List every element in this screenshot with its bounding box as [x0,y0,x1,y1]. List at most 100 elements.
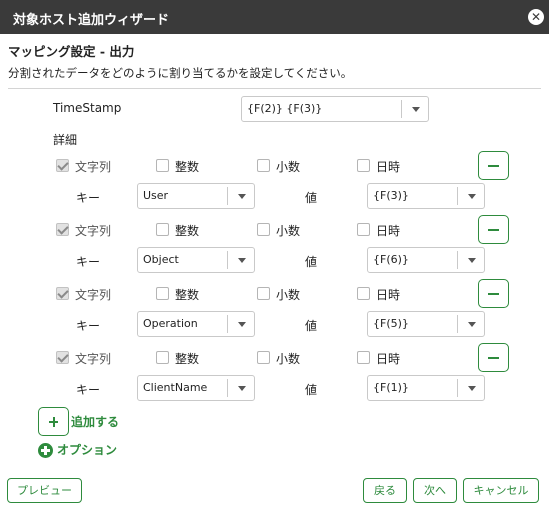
plus-icon-vertical [53,417,55,427]
datetime-type-checkbox[interactable] [357,223,370,236]
value-label: 値 [305,191,318,205]
datetime-type-checkbox[interactable] [357,159,370,172]
integer-type-label: 整数 [175,224,200,238]
section-title: マッピング設定 - 出力 [8,44,135,59]
string-type-label: 文字列 [75,288,112,302]
chevron-down-icon [238,322,246,327]
value-select-value: {F(5)} [373,317,409,330]
string-type-checkbox[interactable] [56,351,69,364]
next-button[interactable]: 次へ [413,478,457,503]
select-separator [457,379,458,397]
datetime-type-checkbox[interactable] [357,351,370,364]
window-title: 対象ホスト追加ウィザード [13,13,170,28]
key-select[interactable]: Object [137,247,255,273]
string-type-label: 文字列 [75,224,112,238]
string-type-label: 文字列 [75,160,112,174]
chevron-down-icon [468,322,476,327]
key-label: キー [76,383,101,397]
minus-icon [488,165,499,167]
value-label: 値 [305,383,318,397]
select-separator [227,251,228,269]
string-type-checkbox[interactable] [56,223,69,236]
key-select-value: Operation [143,317,198,330]
minus-icon [488,357,499,359]
key-select-value: ClientName [143,381,208,394]
select-separator [457,315,458,333]
value-select[interactable]: {F(5)} [367,311,485,337]
integer-type-label: 整数 [175,160,200,174]
integer-type-checkbox[interactable] [156,351,169,364]
chevron-down-icon [468,258,476,263]
remove-mapping-button[interactable] [478,279,509,308]
cancel-button[interactable]: キャンセル [463,478,539,503]
select-separator [457,187,458,205]
key-label: キー [76,191,101,205]
chevron-down-icon [238,194,246,199]
decimal-type-checkbox[interactable] [257,351,270,364]
section-description: 分割されたデータをどのように割り当てるかを設定してください。 [8,66,353,80]
value-select[interactable]: {F(3)} [367,183,485,209]
decimal-type-checkbox[interactable] [257,287,270,300]
integer-type-checkbox[interactable] [156,287,169,300]
integer-type-checkbox[interactable] [156,223,169,236]
integer-type-label: 整数 [175,352,200,366]
minus-icon [488,229,499,231]
decimal-type-label: 小数 [276,352,301,366]
decimal-type-label: 小数 [276,160,301,174]
chevron-down-icon [412,107,420,112]
value-select-value: {F(6)} [373,253,409,266]
chevron-down-icon [238,258,246,263]
timestamp-select[interactable]: {F(2)} {F(3)} [241,96,429,122]
string-type-checkbox[interactable] [56,287,69,300]
add-mapping-label[interactable]: 追加する [71,413,119,430]
title-bar: 対象ホスト追加ウィザード ✕ [0,0,549,34]
divider [8,88,541,89]
details-label: 詳細 [53,133,78,147]
datetime-type-label: 日時 [376,160,401,174]
chevron-down-icon [468,194,476,199]
datetime-type-label: 日時 [376,224,401,238]
integer-type-checkbox[interactable] [156,159,169,172]
select-separator [227,379,228,397]
datetime-type-label: 日時 [376,288,401,302]
value-select[interactable]: {F(1)} [367,375,485,401]
close-icon[interactable]: ✕ [528,9,544,25]
key-select[interactable]: Operation [137,311,255,337]
minus-icon [488,293,499,295]
value-select-value: {F(3)} [373,189,409,202]
key-select-value: Object [143,253,179,266]
datetime-type-checkbox[interactable] [357,287,370,300]
key-select-value: User [143,189,169,202]
select-separator [401,100,402,118]
add-mapping-button[interactable] [38,407,69,436]
select-separator [227,187,228,205]
datetime-type-label: 日時 [376,352,401,366]
chevron-down-icon [238,386,246,391]
decimal-type-checkbox[interactable] [257,159,270,172]
decimal-type-checkbox[interactable] [257,223,270,236]
value-label: 値 [305,319,318,333]
remove-mapping-button[interactable] [478,215,509,244]
options-link[interactable]: オプション [57,441,117,458]
key-label: キー [76,319,101,333]
select-separator [457,251,458,269]
remove-mapping-button[interactable] [478,151,509,180]
chevron-down-icon [468,386,476,391]
integer-type-label: 整数 [175,288,200,302]
remove-mapping-button[interactable] [478,343,509,372]
key-select[interactable]: ClientName [137,375,255,401]
value-select[interactable]: {F(6)} [367,247,485,273]
back-button[interactable]: 戻る [363,478,407,503]
plus-circle-icon[interactable] [38,443,53,458]
select-separator [227,315,228,333]
preview-button[interactable]: プレビュー [7,478,82,503]
key-label: キー [76,255,101,269]
timestamp-label: TimeStamp [53,101,122,115]
value-label: 値 [305,255,318,269]
string-type-label: 文字列 [75,352,112,366]
decimal-type-label: 小数 [276,224,301,238]
key-select[interactable]: User [137,183,255,209]
value-select-value: {F(1)} [373,381,409,394]
string-type-checkbox[interactable] [56,159,69,172]
decimal-type-label: 小数 [276,288,301,302]
